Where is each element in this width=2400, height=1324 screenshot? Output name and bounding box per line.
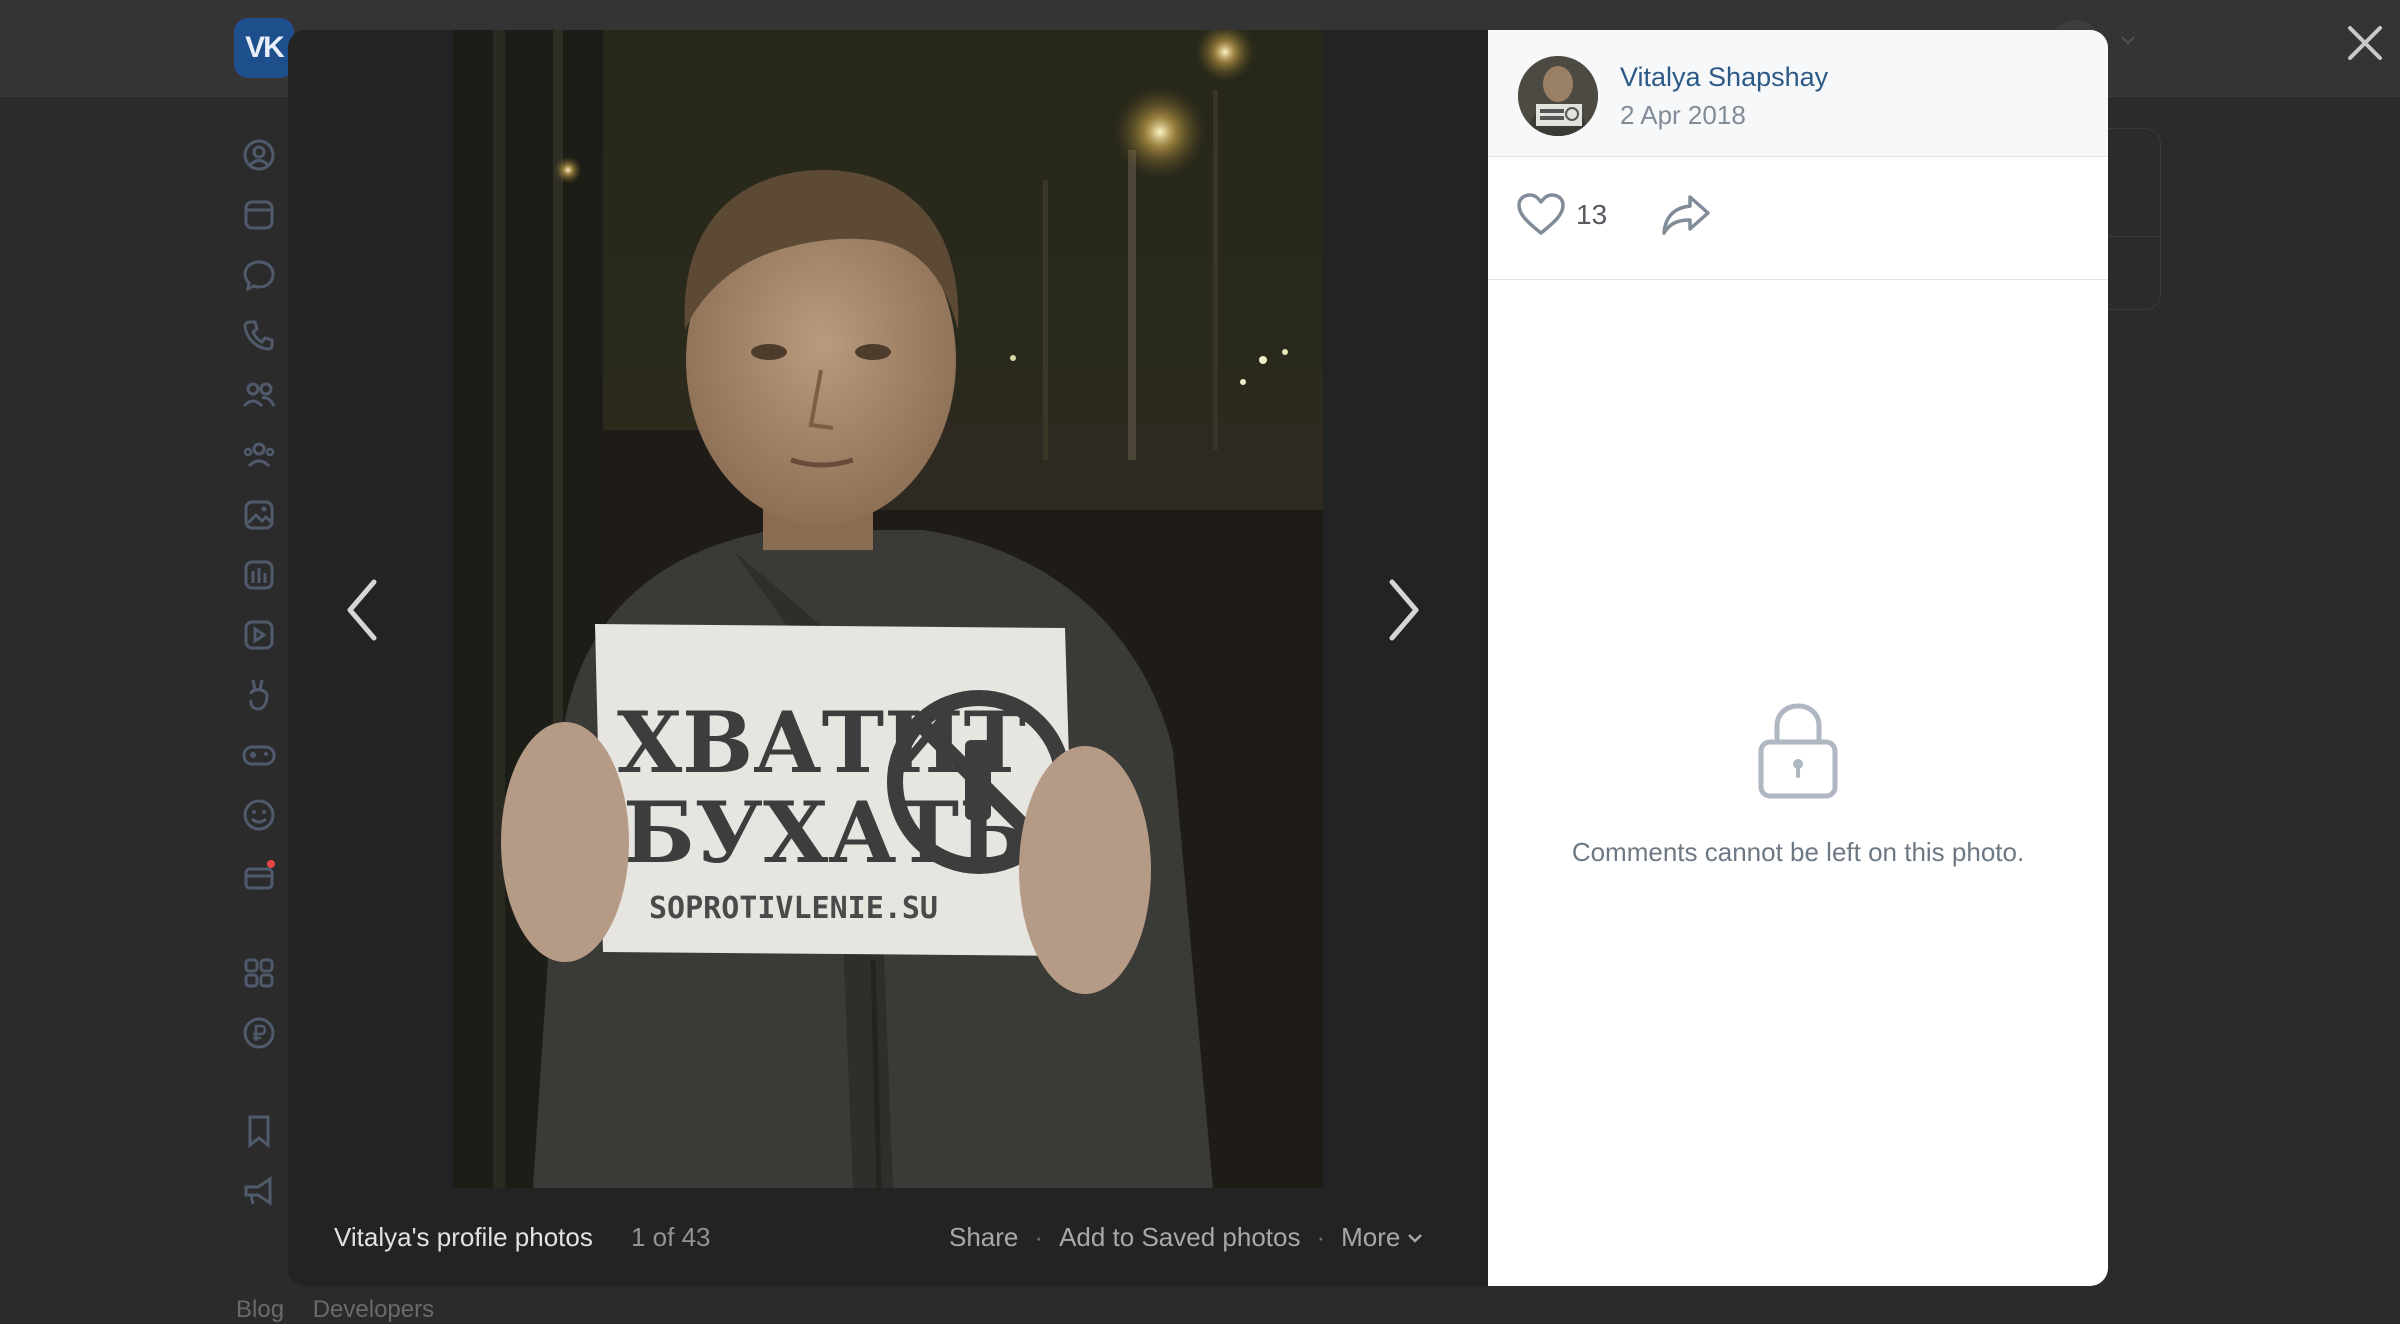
- profile-photo[interactable]: ХВАТИТ БУХАТЬ SOPROTIVLENIE.SU: [453, 30, 1323, 1188]
- author-avatar[interactable]: [1518, 56, 1598, 136]
- lock-icon: [1758, 703, 1838, 799]
- vk-pay-icon[interactable]: [240, 1014, 278, 1052]
- previous-photo-button[interactable]: [332, 570, 392, 650]
- news-icon[interactable]: [240, 196, 278, 234]
- chevron-down-icon[interactable]: [2118, 30, 2138, 50]
- photo-info-panel: Vitalya Shapshay 2 Apr 2018 13 Comments …: [1488, 30, 2108, 1286]
- footer-links: Blog Developers: [236, 1296, 456, 1324]
- ads-icon[interactable]: [240, 1172, 278, 1210]
- share-link[interactable]: Share: [949, 1222, 1018, 1253]
- close-icon: [2348, 26, 2382, 60]
- stickers-icon[interactable]: [240, 796, 278, 834]
- vk-logo[interactable]: VK: [234, 18, 294, 78]
- photo-image: ХВАТИТ БУХАТЬ SOPROTIVLENIE.SU: [453, 30, 1323, 1188]
- background-divider: [2100, 236, 2160, 237]
- chevron-right-icon: [1389, 579, 1419, 641]
- album-title[interactable]: Vitalya's profile photos: [334, 1222, 593, 1253]
- close-viewer-button[interactable]: [2340, 18, 2390, 68]
- like-button[interactable]: 13: [1516, 193, 1607, 237]
- heart-icon: [1517, 193, 1565, 235]
- reactions-bar: 13: [1488, 157, 2108, 280]
- chevron-down-icon: [1408, 1233, 1423, 1243]
- logo-text: VK: [245, 31, 285, 64]
- gifts-icon[interactable]: [240, 856, 278, 894]
- like-count: 13: [1576, 199, 1608, 230]
- avatar-image: [1518, 56, 1598, 136]
- photo-bottom-bar: Vitalya's profile photos 1 of 43 Share ·…: [288, 1188, 1488, 1286]
- friends-icon[interactable]: [240, 376, 278, 414]
- calls-icon[interactable]: [240, 316, 278, 354]
- photo-viewer: ХВАТИТ БУХАТЬ SOPROTIVLENIE.SU Vitalya's…: [288, 30, 1488, 1286]
- next-photo-button[interactable]: [1374, 570, 1434, 650]
- photo-modal: ХВАТИТ БУХАТЬ SOPROTIVLENIE.SU Vitalya's…: [288, 30, 2108, 1286]
- apps-icon[interactable]: [240, 954, 278, 992]
- music-icon[interactable]: [240, 556, 278, 594]
- profile-icon[interactable]: [240, 136, 278, 174]
- photo-actions: Share · Add to Saved photos · More: [949, 1222, 1424, 1253]
- communities-icon[interactable]: [240, 436, 278, 474]
- background-card: [2100, 128, 2161, 310]
- photo-date[interactable]: 2 Apr 2018: [1620, 100, 1746, 131]
- comments-locked-text: Comments cannot be left on this photo.: [1571, 837, 2025, 867]
- footer-link-blog[interactable]: Blog: [236, 1296, 284, 1323]
- sign-url: SOPROTIVLENIE.SU: [649, 891, 938, 926]
- author-header: Vitalya Shapshay 2 Apr 2018: [1488, 30, 2108, 157]
- share-icon: [1662, 195, 1710, 235]
- photos-icon[interactable]: [240, 496, 278, 534]
- add-to-saved-link[interactable]: Add to Saved photos: [1059, 1222, 1300, 1253]
- photo-counter: 1 of 43: [631, 1222, 711, 1252]
- author-name[interactable]: Vitalya Shapshay: [1620, 62, 1828, 93]
- more-label: More: [1341, 1222, 1401, 1252]
- messenger-icon[interactable]: [240, 256, 278, 294]
- share-button[interactable]: [1660, 193, 1712, 242]
- comments-locked: Comments cannot be left on this photo.: [1488, 698, 2108, 868]
- separator: ·: [1316, 1222, 1326, 1252]
- footer-link-developers[interactable]: Developers: [313, 1296, 434, 1323]
- more-menu-button[interactable]: More: [1341, 1222, 1424, 1253]
- separator: ·: [1034, 1222, 1044, 1252]
- clips-icon[interactable]: [240, 676, 278, 714]
- chevron-left-icon: [347, 579, 377, 641]
- bookmarks-icon[interactable]: [240, 1112, 278, 1150]
- video-icon[interactable]: [240, 616, 278, 654]
- games-icon[interactable]: [240, 736, 278, 774]
